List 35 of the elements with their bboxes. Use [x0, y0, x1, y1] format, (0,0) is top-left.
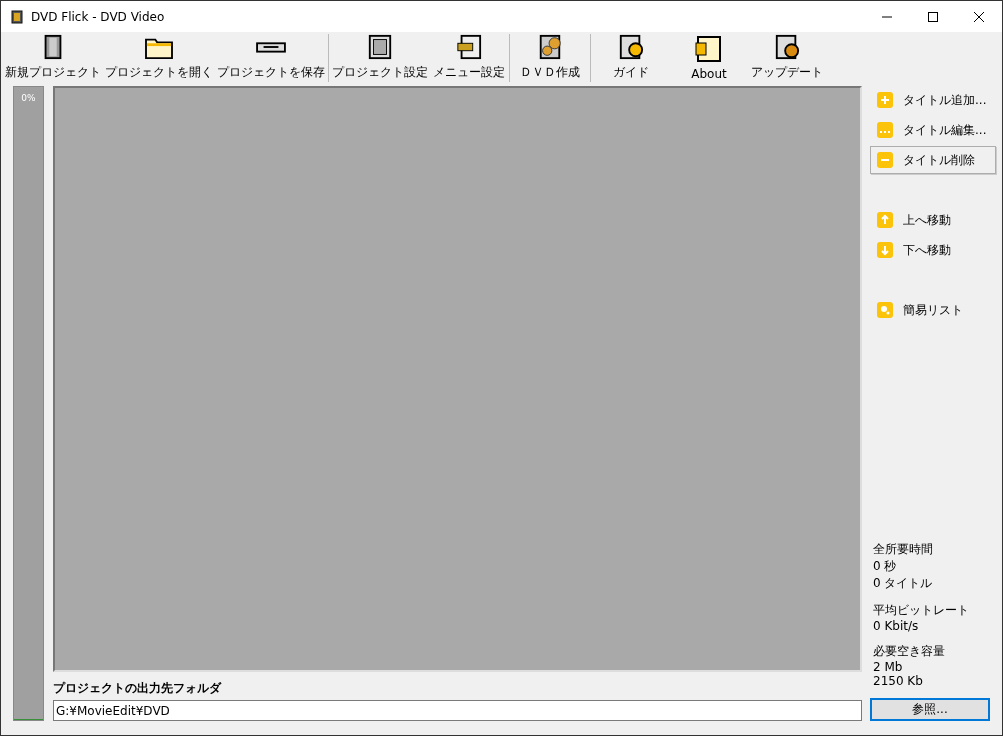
side-button[interactable]: 下へ移動 [870, 236, 996, 264]
side-button[interactable]: タイトル編集... [870, 116, 996, 144]
toolbar-button[interactable]: プロジェクトを保存 [215, 32, 327, 84]
plus-icon [877, 92, 893, 108]
stat-value: 2150 Kb [873, 674, 924, 688]
stat-value: 2 Mb [873, 660, 904, 674]
side-button[interactable]: 簡易リスト [870, 296, 996, 324]
side-button[interactable]: 上へ移動 [870, 206, 996, 234]
stat-value: 0 Kbit/s [873, 619, 920, 633]
progress-reading: 0% [20, 93, 37, 103]
app-icon [9, 8, 25, 25]
toolbar-button[interactable]: ガイド [592, 32, 670, 84]
stat-value: 0 秒 [873, 558, 898, 575]
toolbar-button[interactable]: プロジェクト設定 [330, 32, 430, 84]
toolbar-button[interactable]: ＤＶＤ作成 [511, 32, 589, 84]
stat-heading: 全所要時間 [873, 541, 934, 558]
output-folder-field[interactable]: G:¥MovieEdit¥DVD [53, 700, 862, 721]
stat-heading: 必要空き容量 [873, 643, 946, 660]
output-folder-label: プロジェクトの出力先フォルダ [53, 680, 223, 697]
toolbar-button[interactable]: アップデート [748, 32, 826, 84]
side-button[interactable]: タイトル削除 [870, 146, 996, 174]
stat-value: 0 タイトル [873, 575, 934, 592]
list-icon [877, 302, 893, 318]
stat-heading: 平均ビットレート [873, 602, 970, 619]
toolbar-button[interactable]: About [670, 32, 748, 84]
toolbar-button[interactable]: メニュー設定 [430, 32, 508, 84]
maximize-icon[interactable] [928, 11, 938, 22]
side-button[interactable]: タイトル追加... [870, 86, 996, 114]
close-icon[interactable] [974, 11, 984, 22]
ellipsis-icon [877, 122, 893, 138]
window-title: DVD Flick - DVD Video [31, 9, 165, 24]
toolbar-button[interactable]: プロジェクトを開く [103, 32, 215, 84]
minus-icon [877, 152, 893, 168]
browse-button[interactable]: 参照... [870, 698, 990, 721]
toolbar-button[interactable]: 新規プロジェクト [3, 32, 103, 84]
